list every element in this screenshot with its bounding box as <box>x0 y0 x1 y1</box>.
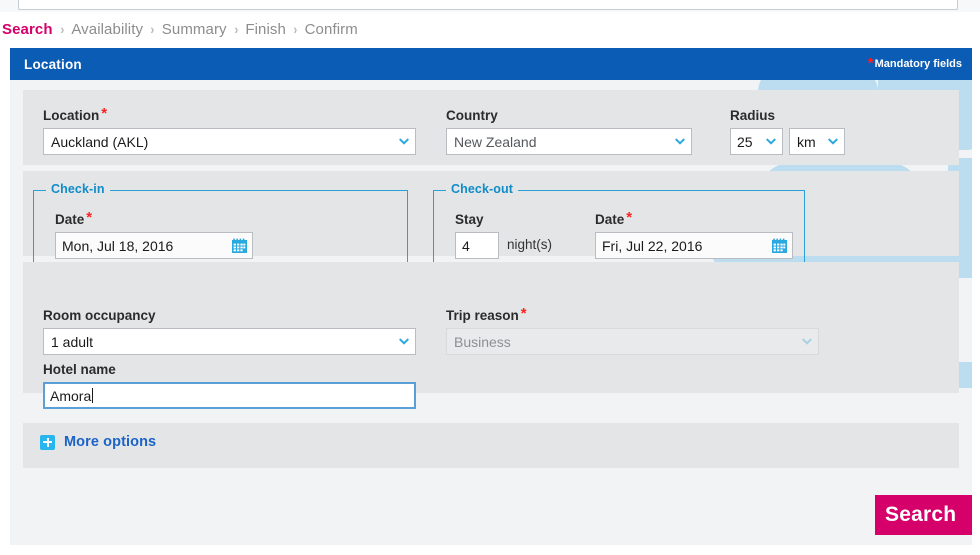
top-partial-input-strip <box>0 0 980 12</box>
more-options-toggle[interactable]: More options <box>40 434 156 450</box>
more-options-label: More options <box>64 434 157 450</box>
chevron-down-icon <box>764 135 778 149</box>
panel-title: Location <box>24 56 82 72</box>
required-asterisk-icon: * <box>86 209 93 226</box>
room-occupancy-select[interactable]: 1 adult <box>43 328 416 355</box>
checkout-stay-input[interactable]: 4 <box>455 232 499 259</box>
calendar-icon[interactable] <box>231 238 248 254</box>
checkout-stay-value: 4 <box>462 237 470 254</box>
location-search-panel: Location * Mandatory fields Location * Au… <box>10 48 972 545</box>
breadcrumb-item-confirm[interactable]: Confirm <box>305 21 358 38</box>
hotel-name-input[interactable]: Amora <box>43 382 416 409</box>
panel-header: Location * Mandatory fields <box>10 48 972 80</box>
breadcrumb-item-availability[interactable]: Availability <box>71 21 143 38</box>
checkin-date-label: Date * <box>55 209 93 227</box>
radius-label: Radius <box>730 108 776 123</box>
chevron-down-icon <box>800 335 814 349</box>
search-button[interactable]: Search <box>875 495 972 535</box>
country-value: New Zealand <box>454 133 537 150</box>
mandatory-fields-label: Mandatory fields <box>874 58 962 70</box>
mandatory-fields-note: * Mandatory fields <box>867 55 966 72</box>
room-occupancy-value: 1 adult <box>51 333 94 350</box>
checkin-date-input[interactable]: Mon, Jul 18, 2016 <box>55 232 253 259</box>
more-options-band <box>23 423 959 468</box>
breadcrumb-item-search[interactable]: Search <box>2 21 53 38</box>
trip-reason-label: Trip reason * <box>446 305 527 323</box>
nights-label: night(s) <box>507 237 553 252</box>
text-cursor <box>92 388 94 403</box>
asterisk-icon: * <box>867 55 874 72</box>
hotel-name-value: Amora <box>50 387 92 404</box>
checkout-legend: Check-out <box>446 182 519 196</box>
breadcrumb-item-finish[interactable]: Finish <box>245 21 286 38</box>
breadcrumb-separator: › <box>234 21 238 37</box>
checkout-date-label: Date * <box>595 209 633 227</box>
breadcrumb-item-summary[interactable]: Summary <box>162 21 227 38</box>
country-select[interactable]: New Zealand <box>446 128 692 155</box>
chevron-down-icon <box>397 135 411 149</box>
radius-value: 25 <box>737 133 753 150</box>
checkin-legend: Check-in <box>46 182 110 196</box>
country-label: Country <box>446 108 498 123</box>
trip-reason-value: Business <box>454 333 511 350</box>
breadcrumb-separator: › <box>150 21 155 37</box>
location-label: Location * <box>43 105 108 123</box>
location-select[interactable]: Auckland (AKL) <box>43 128 416 155</box>
hotel-name-label: Hotel name <box>43 362 116 377</box>
room-occupancy-label: Room occupancy <box>43 308 156 323</box>
location-value: Auckland (AKL) <box>51 133 149 150</box>
required-asterisk-icon: * <box>520 305 527 322</box>
breadcrumb-separator: › <box>59 21 64 37</box>
radius-unit-value: km <box>797 133 816 150</box>
radius-unit-select[interactable]: km <box>789 128 845 155</box>
required-asterisk-icon: * <box>626 209 633 226</box>
breadcrumb: Search › Availability › Summary › Finish… <box>0 14 980 44</box>
top-partial-input[interactable] <box>18 0 958 10</box>
calendar-icon[interactable] <box>771 238 788 254</box>
radius-value-select[interactable]: 25 <box>730 128 783 155</box>
checkout-date-input[interactable]: Fri, Jul 22, 2016 <box>595 232 793 259</box>
chevron-down-icon <box>397 335 411 349</box>
checkout-stay-label: Stay <box>455 212 484 227</box>
breadcrumb-separator: › <box>293 21 298 37</box>
chevron-down-icon <box>826 135 840 149</box>
checkout-date-value: Fri, Jul 22, 2016 <box>602 237 703 254</box>
checkin-date-value: Mon, Jul 18, 2016 <box>62 237 174 254</box>
required-asterisk-icon: * <box>101 105 108 122</box>
chevron-down-icon <box>673 135 687 149</box>
plus-box-icon <box>40 434 55 450</box>
trip-reason-select[interactable]: Business <box>446 328 819 355</box>
